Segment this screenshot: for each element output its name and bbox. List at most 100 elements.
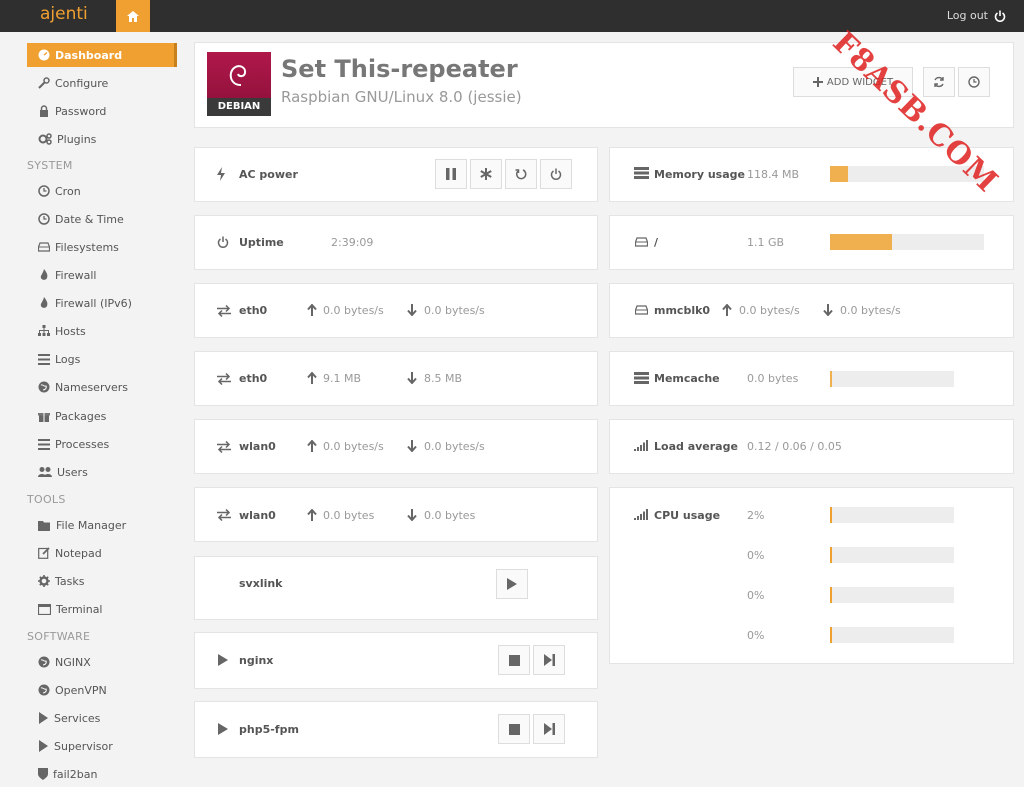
arrow-up-icon (722, 304, 732, 316)
os-subtitle: Raspbian GNU/Linux 8.0 (jessie) (281, 88, 522, 106)
sidebar-item-plugins[interactable]: Plugins (27, 127, 177, 151)
sidebar-item-label: Users (57, 465, 88, 479)
sidebar-item-label: Packages (55, 409, 107, 423)
sidebar-item-password[interactable]: Password (27, 99, 177, 123)
section-system: SYSTEM (27, 159, 73, 172)
mmcblk0-widget: mmcblk0 0.0 bytes/s 0.0 bytes/s (609, 283, 1014, 338)
start-button[interactable] (496, 569, 528, 599)
clock-icon (38, 185, 50, 197)
plus-icon (812, 77, 823, 87)
sidebar-item-fail2ban[interactable]: fail2ban (27, 762, 177, 786)
sidebar-item-packages[interactable]: Packages (27, 404, 177, 428)
stop-icon (508, 723, 520, 735)
hdd-icon (38, 242, 50, 252)
sidebar-item-dashboard[interactable]: Dashboard (27, 43, 177, 67)
rx-value: 8.5 MB (424, 372, 463, 385)
cogs-icon (38, 133, 52, 145)
play-icon (507, 578, 517, 590)
stop-button[interactable] (498, 645, 530, 675)
sidebar-item-users[interactable]: Users (27, 460, 177, 484)
sidebar-item-cron[interactable]: Cron (27, 179, 177, 203)
service-name: nginx (239, 654, 274, 667)
home-button[interactable] (116, 0, 150, 32)
sidebar-item-label: NGINX (55, 655, 91, 669)
eth0-rate-widget: eth0 0.0 bytes/s 0.0 bytes/s (194, 283, 598, 338)
play-icon (39, 712, 48, 724)
edit-icon (38, 547, 50, 559)
arrow-down-icon (407, 509, 417, 521)
gear-icon (38, 575, 50, 587)
pause-icon (446, 168, 456, 180)
sidebar-item-processes[interactable]: Processes (27, 432, 177, 456)
users-icon (38, 467, 52, 477)
sidebar-item-label: File Manager (56, 518, 127, 532)
brand-logo[interactable]: ajenti (40, 4, 88, 24)
arrow-up-icon (307, 440, 317, 452)
sidebar-item-tasks[interactable]: Tasks (27, 569, 177, 593)
sidebar-item-label: Plugins (57, 132, 97, 146)
cpu-core-bar (830, 587, 954, 603)
widget-label: mmcblk0 (654, 304, 711, 317)
sidebar-item-configure[interactable]: Configure (27, 71, 177, 95)
gift-icon (38, 413, 50, 422)
sidebar-item-logs[interactable]: Logs (27, 347, 177, 371)
suspend-button[interactable] (435, 159, 467, 189)
sidebar-item-notepad[interactable]: Notepad (27, 541, 177, 565)
load-average-widget: Load average 0.12 / 0.06 / 0.05 (609, 419, 1014, 474)
restart-button[interactable] (533, 714, 565, 744)
sidebar-item-supervisor[interactable]: Supervisor (27, 734, 177, 758)
fire-icon (40, 297, 48, 308)
sidebar-item-file-manager[interactable]: File Manager (27, 513, 177, 537)
sidebar-item-nginx[interactable]: NGINX (27, 650, 177, 674)
power-icon (550, 168, 562, 180)
refresh-icon (934, 76, 944, 88)
os-logo: DEBIAN (207, 52, 271, 116)
stop-icon (508, 654, 520, 666)
exchange-icon (217, 305, 231, 317)
sidebar-item-firewall[interactable]: Firewall (27, 263, 177, 287)
sidebar-item-services[interactable]: Services (27, 706, 177, 730)
tx-value: 0.0 bytes/s (323, 440, 384, 453)
sidebar-item-filesystems[interactable]: Filesystems (27, 235, 177, 259)
wlan0-total-widget: wlan0 0.0 bytes 0.0 bytes (194, 487, 598, 542)
step-forward-icon (543, 654, 555, 666)
uptime-value: 2:39:09 (331, 236, 374, 249)
sidebar-item-label: Tasks (55, 574, 85, 588)
list-icon (38, 438, 50, 450)
sidebar-item-openvpn[interactable]: OpenVPN (27, 678, 177, 702)
wlan0-rate-widget: wlan0 0.0 bytes/s 0.0 bytes/s (194, 419, 598, 474)
widget-label: Memory usage (654, 168, 745, 181)
cpu-core-fill (830, 507, 832, 523)
history-button[interactable] (958, 67, 990, 97)
restart-button[interactable] (533, 645, 565, 675)
sidebar-item-label: Date & Time (55, 212, 124, 226)
play-icon (39, 740, 48, 752)
sidebar-item-terminal[interactable]: Terminal (27, 597, 177, 621)
sidebar-item-label: Terminal (56, 602, 103, 616)
sidebar-item-label: Services (54, 711, 101, 725)
page-title: Set This-repeater (281, 55, 518, 83)
sidebar-item-firewall-ipv6[interactable]: Firewall (IPv6) (27, 291, 177, 315)
sidebar-item-hosts[interactable]: Hosts (27, 319, 177, 343)
memory-usage-fill (830, 166, 848, 182)
memcache-value: 0.0 bytes (747, 372, 799, 385)
hibernate-button[interactable] (470, 159, 502, 189)
top-bar: ajenti Log out (0, 0, 1024, 32)
clock-icon (38, 213, 50, 225)
rx-value: 0.0 bytes/s (424, 304, 485, 317)
signal-icon (634, 509, 648, 520)
sidebar-item-nameservers[interactable]: Nameservers (27, 375, 177, 399)
logout-button[interactable]: Log out (947, 9, 1006, 22)
reboot-button[interactable] (505, 159, 537, 189)
widget-label: Uptime (239, 236, 284, 249)
sidebar-item-date-time[interactable]: Date & Time (27, 207, 177, 231)
cpu-core-fill (830, 547, 832, 563)
sidebar-item-label: Configure (55, 76, 109, 90)
stop-button[interactable] (498, 714, 530, 744)
shutdown-button[interactable] (540, 159, 572, 189)
tx-value: 9.1 MB (323, 372, 362, 385)
widget-label: CPU usage (654, 509, 721, 522)
hdd-icon (635, 305, 648, 315)
refresh-button[interactable] (923, 67, 955, 97)
hdd-icon (635, 237, 648, 247)
